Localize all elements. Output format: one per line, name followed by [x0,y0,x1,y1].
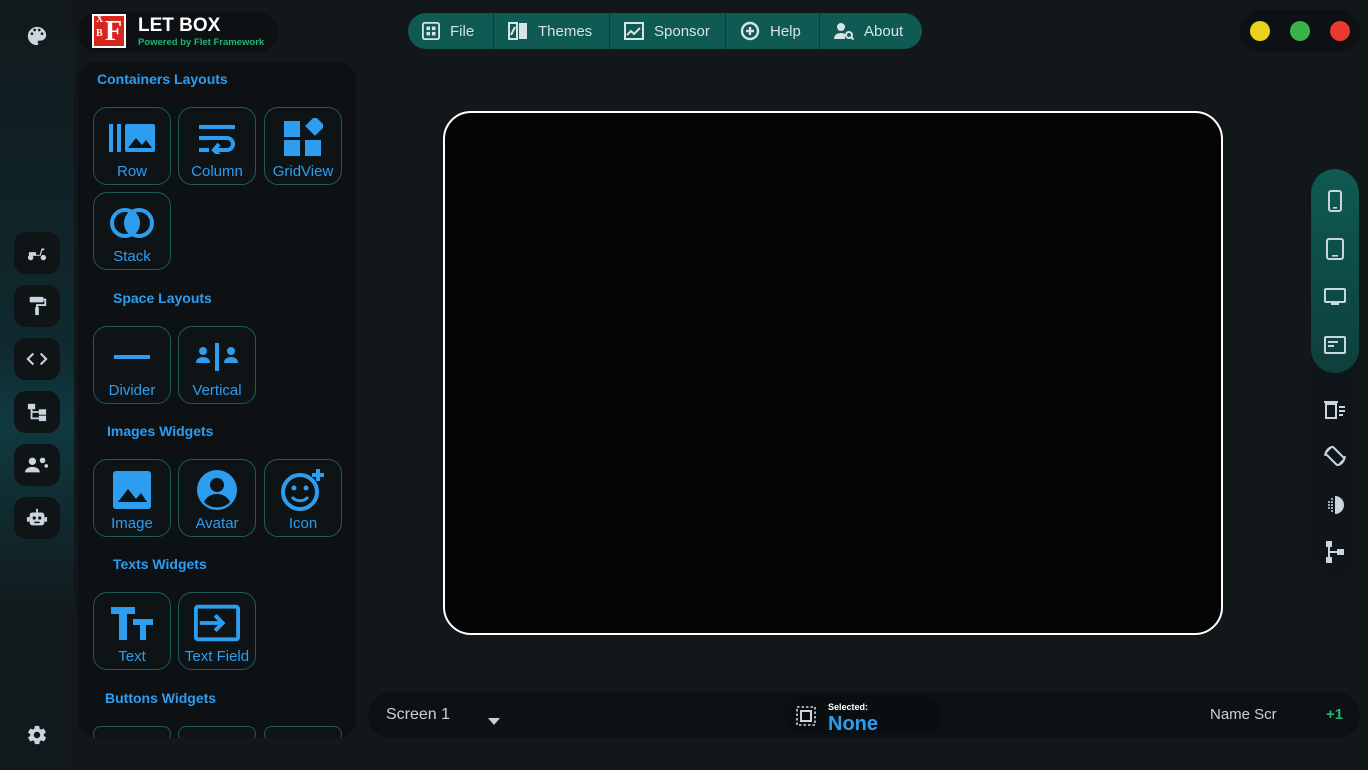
delete-list-icon[interactable] [1323,397,1347,421]
input-icon [194,603,240,643]
widget-button-stub[interactable] [178,726,256,738]
text-fields-icon [109,603,155,643]
select-all-icon [796,706,816,731]
menu-bar: File Themes Sponsor Help About [408,13,922,49]
widget-image[interactable]: Image [93,459,171,537]
selected-indicator: Selected: None [784,696,942,735]
widget-text-field[interactable]: Text Field [178,592,256,670]
left-rail [0,0,74,770]
menu-themes[interactable]: Themes [494,13,610,49]
section-title-buttons: Buttons Widgets [105,690,217,706]
tree-icon[interactable] [14,391,60,433]
settings-icon[interactable] [22,720,52,750]
hierarchy-icon[interactable] [1323,540,1347,564]
window-icon[interactable] [1323,333,1347,357]
themes-icon [508,22,527,40]
widget-divider[interactable]: Divider [93,326,171,404]
brand: X B F LET BOX Powered by Flet Framework [78,12,278,52]
chevron-down-icon[interactable] [488,712,500,730]
widget-column[interactable]: Column [178,107,256,185]
image-icon [109,470,155,510]
widget-panel[interactable]: Containers Layouts Row Column GridView S… [78,62,356,738]
stack-icon [109,203,155,243]
section-title-space: Space Layouts [113,290,212,306]
close-button[interactable] [1330,21,1350,41]
palette-icon[interactable] [22,21,52,51]
screen-name-input[interactable]: Name Scr [1210,706,1277,723]
grid-icon [422,22,440,40]
window-controls [1240,10,1360,52]
selected-label: Selected: [828,702,869,712]
app-subtitle: Powered by Flet Framework [138,37,265,48]
contrast-icon[interactable] [1323,493,1347,517]
widget-avatar[interactable]: Avatar [178,459,256,537]
widget-stack[interactable]: Stack [93,192,171,270]
app-title: LET BOX [138,15,221,36]
section-title-images: Images Widgets [107,423,214,439]
widgets-icon [280,118,326,158]
maximize-button[interactable] [1290,21,1310,41]
code-icon[interactable] [14,338,60,380]
robot-icon[interactable] [14,497,60,539]
app-window: X B F LET BOX Powered by Flet Framework … [0,0,1368,770]
phone-icon[interactable] [1323,189,1347,213]
app-logo: X B F [92,14,126,48]
add-screen-button[interactable]: +1 [1326,706,1343,723]
row-icon [109,118,155,158]
rotate-icon[interactable] [1323,444,1347,468]
vertical-divider-icon [194,337,240,377]
widget-button-stub[interactable] [93,726,171,738]
widget-row[interactable]: Row [93,107,171,185]
widget-vertical[interactable]: Vertical [178,326,256,404]
chart-icon [624,22,644,40]
right-toolbar [1311,169,1359,577]
section-title-containers: Containers Layouts [97,71,228,87]
design-canvas[interactable] [443,111,1223,635]
menu-sponsor[interactable]: Sponsor [610,13,726,49]
menu-about[interactable]: About [820,13,922,49]
menu-help[interactable]: Help [726,13,820,49]
selected-value: None [828,713,878,735]
paint-roller-icon[interactable] [14,285,60,327]
help-icon [740,21,760,41]
about-icon [834,23,854,41]
group-icon[interactable] [14,444,60,486]
scooter-icon[interactable] [14,232,60,274]
avatar-icon [194,470,240,510]
minimize-button[interactable] [1250,21,1270,41]
screen-dropdown-value[interactable]: Screen 1 [386,706,450,724]
widget-button-stub[interactable] [264,726,342,738]
column-icon [194,118,240,158]
menu-file[interactable]: File [408,13,494,49]
widget-icon[interactable]: Icon [264,459,342,537]
section-title-texts: Texts Widgets [113,556,207,572]
widget-gridview[interactable]: GridView [264,107,342,185]
widget-text[interactable]: Text [93,592,171,670]
desktop-icon[interactable] [1323,285,1347,309]
tablet-icon[interactable] [1323,237,1347,261]
bottom-bar: Screen 1 Selected: None Name Scr +1 [368,692,1360,738]
divider-icon [109,337,155,377]
emoji-add-icon [280,469,326,511]
